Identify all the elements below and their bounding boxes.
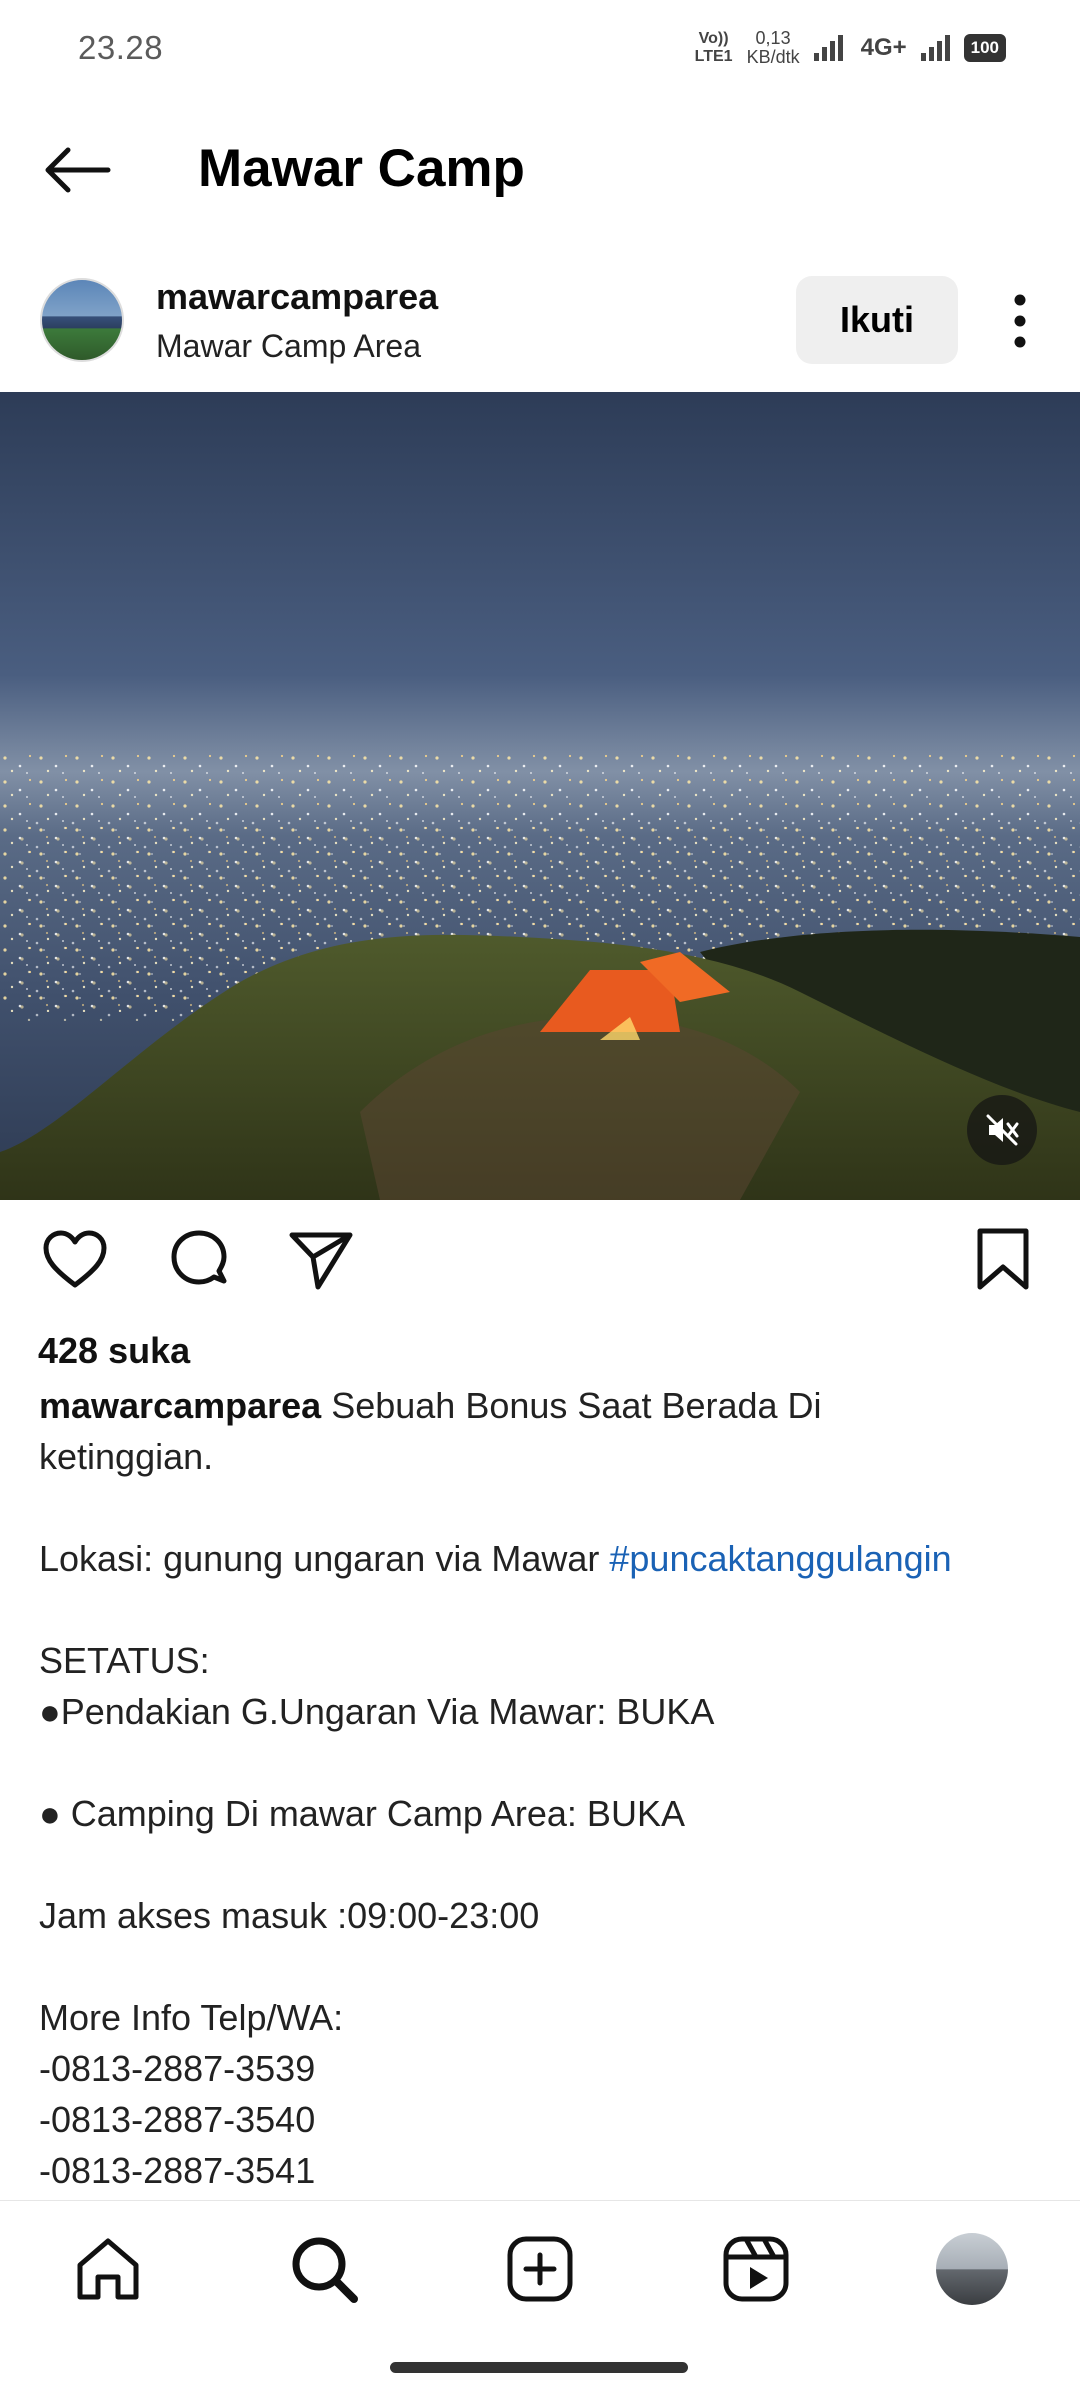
post-actions (0, 1225, 1080, 1305)
network-speed: 0,13 KB/dtk (746, 28, 800, 67)
volte-indicator: Vo)) LTE1 (694, 30, 733, 65)
signal-icon-2 (920, 35, 950, 61)
mute-button[interactable] (967, 1095, 1037, 1165)
arrow-left-icon (45, 147, 111, 193)
post-header: mawarcamparea Mawar Camp Area Ikuti (0, 262, 1080, 382)
home-icon (77, 2238, 139, 2300)
caption-text: Sebuah Bonus Saat Berada Di (331, 1385, 822, 1426)
bookmark-icon (977, 1228, 1029, 1290)
nav-reels[interactable] (718, 2231, 794, 2307)
caption-phone: -0813-2887-3539 (39, 2048, 316, 2089)
bottom-nav (0, 2200, 1080, 2337)
back-button[interactable] (38, 140, 118, 200)
nav-profile-avatar[interactable] (936, 2233, 1008, 2305)
share-button[interactable] (286, 1225, 356, 1295)
send-icon (289, 1232, 353, 1290)
post-caption: mawarcamparea Sebuah Bonus Saat Berada D… (39, 1380, 1039, 2196)
caption-username[interactable]: mawarcamparea (39, 1385, 321, 1426)
likes-count[interactable]: 428 suka (38, 1330, 190, 1372)
nav-create[interactable] (502, 2231, 578, 2307)
more-vertical-icon (1014, 294, 1026, 348)
follow-button[interactable]: Ikuti (796, 276, 958, 364)
caption-status-title: SETATUS: (39, 1640, 210, 1681)
page-header: Mawar Camp (0, 110, 1080, 230)
caption-phone: -0813-2887-3540 (39, 2099, 316, 2140)
post-media[interactable] (0, 392, 1080, 1200)
caption-camping: ● Camping Di mawar Camp Area: BUKA (39, 1793, 685, 1834)
caption-pendakian: ●Pendakian G.Ungaran Via Mawar: BUKA (39, 1691, 715, 1732)
home-indicator[interactable] (390, 2362, 688, 2373)
nav-search[interactable] (286, 2231, 362, 2307)
caption-hours: Jam akses masuk :09:00-23:00 (39, 1895, 540, 1936)
nav-home[interactable] (70, 2231, 146, 2307)
username[interactable]: mawarcamparea (156, 276, 438, 318)
comment-icon (171, 1230, 227, 1285)
volume-muted-icon (986, 1114, 1019, 1146)
hashtag-link[interactable]: #puncaktanggulangin (609, 1538, 951, 1579)
network-type: 4G+ (860, 34, 907, 61)
signal-icon (813, 35, 843, 61)
plus-square-icon (507, 2236, 573, 2302)
like-button[interactable] (40, 1225, 110, 1295)
caption-phone: -0813-2887-3541 (39, 2150, 316, 2191)
page-title: Mawar Camp (198, 139, 525, 198)
caption-text-2: ketinggian. (39, 1436, 214, 1477)
avatar[interactable] (40, 278, 124, 362)
heart-icon (43, 1230, 107, 1288)
save-button[interactable] (968, 1225, 1038, 1295)
more-button[interactable] (1000, 288, 1040, 354)
battery-icon: 100 (963, 34, 1006, 62)
location-label[interactable]: Mawar Camp Area (156, 328, 421, 365)
status-icons: Vo)) LTE1 0,13 KB/dtk 4G+ 100 (695, 29, 1006, 67)
caption-location: Lokasi: gunung ungaran via Mawar (39, 1538, 600, 1579)
status-bar: 23.28 Vo)) LTE1 0,13 KB/dtk 4G+ 100 (0, 0, 1080, 96)
caption-info: More Info Telp/WA: (39, 1997, 344, 2038)
search-icon (292, 2237, 358, 2303)
post-photo (0, 392, 1080, 1200)
comment-button[interactable] (164, 1225, 234, 1295)
status-time: 23.28 (78, 29, 164, 66)
reels-icon (723, 2236, 789, 2302)
